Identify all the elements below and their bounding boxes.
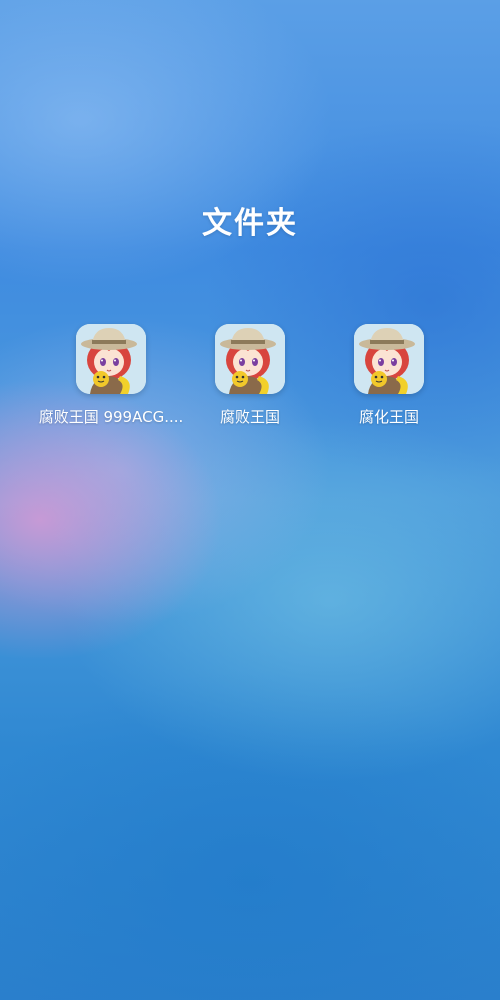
- app-shortcut-2[interactable]: 腐败王国: [175, 324, 325, 426]
- app-label: 腐化王国: [358, 408, 419, 426]
- anime-girl-app-icon[interactable]: [76, 324, 146, 394]
- anime-girl-app-icon[interactable]: [354, 324, 424, 394]
- anime-girl-app-icon[interactable]: [215, 324, 285, 394]
- home-wallpaper: [0, 0, 500, 1000]
- folder-title[interactable]: 文件夹: [0, 198, 500, 242]
- app-shortcut-3[interactable]: 腐化王国: [314, 324, 464, 426]
- app-label: 腐败王国: [219, 408, 280, 426]
- app-label: 腐败王国 999ACG....: [38, 408, 184, 426]
- app-shortcut-1[interactable]: 腐败王国 999ACG....: [36, 324, 186, 426]
